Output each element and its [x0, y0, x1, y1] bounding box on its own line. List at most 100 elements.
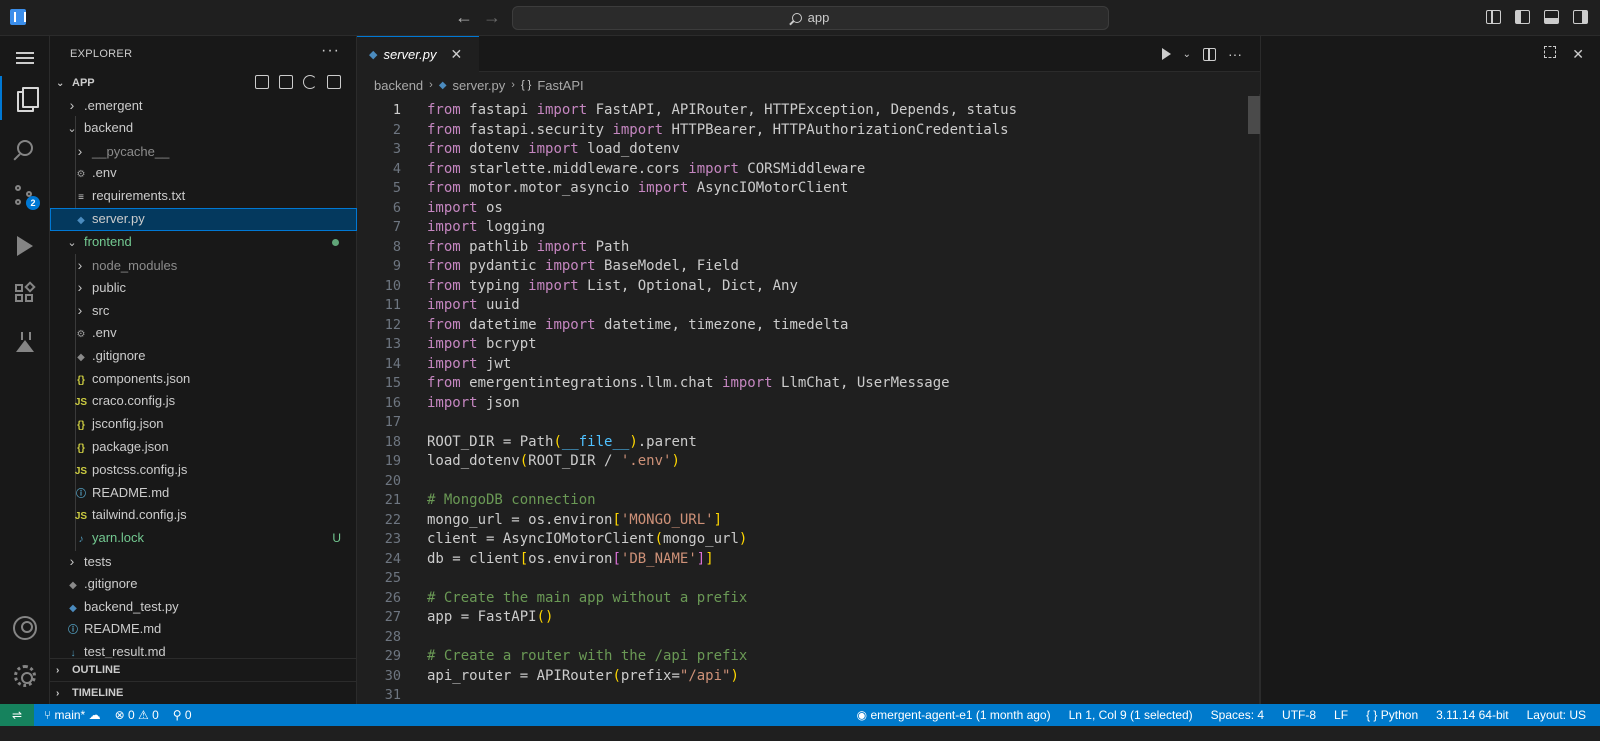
- code-line[interactable]: app = FastAPI(): [427, 608, 553, 628]
- tree-item[interactable]: JS postcss.config.js: [50, 459, 357, 482]
- customize-layout-icon[interactable]: [1486, 10, 1501, 24]
- tree-item[interactable]: ⌄ backend: [50, 117, 357, 140]
- code-line[interactable]: client = AsyncIOMotorClient(mongo_url): [427, 530, 747, 550]
- code-line[interactable]: # Create a router with the /api prefix: [427, 647, 747, 667]
- tree-item[interactable]: › node_modules: [50, 254, 357, 277]
- tree-item[interactable]: ≡ requirements.txt: [50, 185, 357, 208]
- code-line[interactable]: load_dotenv(ROOT_DIR / '.env'): [427, 452, 680, 472]
- code-line[interactable]: db = client[os.environ['DB_NAME']]: [427, 550, 714, 570]
- toggle-secondary-sidebar-icon[interactable]: [1573, 10, 1588, 24]
- end-of-line[interactable]: LF: [1334, 704, 1348, 726]
- more-actions-icon[interactable]: ···: [1228, 46, 1242, 62]
- more-actions-icon[interactable]: ···: [321, 42, 340, 60]
- close-icon[interactable]: ✕: [1572, 46, 1584, 63]
- new-file-icon[interactable]: [255, 75, 269, 89]
- search-button[interactable]: [0, 126, 50, 170]
- code-line[interactable]: # MongoDB connection: [427, 491, 596, 511]
- code-line[interactable]: mongo_url = os.environ['MONGO_URL']: [427, 511, 722, 531]
- language-mode[interactable]: { } Python: [1366, 704, 1418, 726]
- close-icon[interactable]: ✕: [450, 46, 462, 63]
- code-line[interactable]: from fastapi import FastAPI, APIRouter, …: [427, 101, 1017, 121]
- new-folder-icon[interactable]: [279, 75, 293, 89]
- branch-status[interactable]: ⑂ main* ☁: [44, 704, 101, 726]
- command-center-search[interactable]: app: [512, 6, 1109, 30]
- code-line[interactable]: import uuid: [427, 296, 520, 316]
- tree-item[interactable]: JS tailwind.config.js: [50, 504, 357, 527]
- code-line[interactable]: from pydantic import BaseModel, Field: [427, 257, 739, 277]
- tree-item[interactable]: ♪ yarn.lock U: [50, 527, 357, 550]
- tree-item[interactable]: › __pycache__: [50, 140, 357, 163]
- chevron-right-icon: ›: [77, 279, 83, 296]
- run-debug-button[interactable]: [0, 224, 50, 268]
- explorer-button[interactable]: [0, 76, 50, 120]
- chevron-down-icon[interactable]: ⌄: [1183, 49, 1191, 60]
- breadcrumb-item[interactable]: backend: [374, 78, 423, 93]
- tree-item[interactable]: › tests: [50, 550, 357, 573]
- code-line[interactable]: from motor.motor_asyncio import AsyncIOM…: [427, 179, 848, 199]
- git-blame-status[interactable]: ◉ emergent-agent-e1 (1 month ago): [857, 704, 1051, 726]
- outline-section-header[interactable]: › OUTLINE: [50, 658, 357, 680]
- tree-item[interactable]: ⓘ README.md: [50, 618, 357, 641]
- cursor-position[interactable]: Ln 1, Col 9 (1 selected): [1069, 704, 1193, 726]
- back-arrow-icon[interactable]: ←: [455, 7, 473, 28]
- keyboard-layout[interactable]: Layout: US: [1527, 704, 1586, 726]
- tree-item[interactable]: › src: [50, 299, 357, 322]
- tab-server-py[interactable]: ◆ server.py ✕: [357, 36, 479, 72]
- tree-item[interactable]: ⓘ README.md: [50, 482, 357, 505]
- collapse-all-icon[interactable]: [327, 75, 341, 89]
- breadcrumb-item[interactable]: server.py: [453, 78, 506, 93]
- code-line[interactable]: from pathlib import Path: [427, 238, 629, 258]
- code-line[interactable]: api_router = APIRouter(prefix="/api"): [427, 667, 739, 687]
- forward-arrow-icon[interactable]: →: [483, 7, 501, 28]
- run-python-file-icon[interactable]: [1161, 48, 1171, 60]
- code-line[interactable]: import json: [427, 394, 520, 414]
- breadcrumb-item[interactable]: FastAPI: [537, 78, 583, 93]
- split-editor-icon[interactable]: [1203, 47, 1216, 61]
- code-line[interactable]: ROOT_DIR = Path(__file__).parent: [427, 433, 697, 453]
- tree-item[interactable]: ◆ .gitignore: [50, 345, 357, 368]
- code-line[interactable]: import bcrypt: [427, 335, 537, 355]
- timeline-section-header[interactable]: › TIMELINE: [50, 681, 357, 703]
- tree-item[interactable]: › .emergent: [50, 94, 357, 117]
- code-line[interactable]: # Create the main app without a prefix: [427, 589, 747, 609]
- extensions-button[interactable]: [0, 272, 50, 316]
- code-line[interactable]: from typing import List, Optional, Dict,…: [427, 277, 798, 297]
- code-line[interactable]: from dotenv import load_dotenv: [427, 140, 680, 160]
- ports-status[interactable]: ⚲ 0: [173, 704, 192, 726]
- code-line[interactable]: from starlette.middleware.cors import CO…: [427, 160, 865, 180]
- maximize-icon[interactable]: [1544, 46, 1557, 58]
- testing-button[interactable]: [0, 320, 50, 364]
- refresh-icon[interactable]: [303, 75, 317, 89]
- tree-item[interactable]: {} package.json: [50, 436, 357, 459]
- tree-item[interactable]: ⚙ .env: [50, 162, 357, 185]
- code-line[interactable]: import jwt: [427, 355, 511, 375]
- tree-item[interactable]: ◆ server.py: [50, 208, 357, 231]
- indentation[interactable]: Spaces: 4: [1211, 704, 1264, 726]
- app-section-header[interactable]: ⌄ APP: [50, 72, 357, 94]
- python-interpreter[interactable]: 3.11.14 64-bit: [1436, 704, 1509, 726]
- tree-item[interactable]: JS craco.config.js: [50, 390, 357, 413]
- editor-scrollbar[interactable]: [1246, 94, 1260, 704]
- accounts-button[interactable]: [0, 606, 50, 650]
- toggle-primary-sidebar-icon[interactable]: [1515, 10, 1530, 24]
- code-line[interactable]: import logging: [427, 218, 545, 238]
- manage-button[interactable]: [0, 654, 50, 698]
- problems-status[interactable]: ⊗ 0 ⚠ 0: [115, 704, 159, 726]
- tree-item[interactable]: {} jsconfig.json: [50, 413, 357, 436]
- remote-indicator-icon[interactable]: ⇌: [0, 704, 34, 726]
- code-line[interactable]: import os: [427, 199, 503, 219]
- tree-item[interactable]: ⚙ .env: [50, 322, 357, 345]
- code-line[interactable]: from datetime import datetime, timezone,…: [427, 316, 848, 336]
- tree-item[interactable]: ◆ backend_test.py: [50, 596, 357, 619]
- toggle-panel-icon[interactable]: [1544, 10, 1559, 24]
- tree-item[interactable]: ⌄ frontend: [50, 231, 357, 254]
- code-line[interactable]: from fastapi.security import HTTPBearer,…: [427, 121, 1009, 141]
- menu-button[interactable]: [0, 36, 50, 80]
- tree-item[interactable]: {} components.json: [50, 368, 357, 391]
- encoding[interactable]: UTF-8: [1282, 704, 1316, 726]
- scrollbar-thumb[interactable]: [1248, 96, 1260, 134]
- source-control-button[interactable]: 2: [0, 174, 50, 218]
- tree-item[interactable]: ◆ .gitignore: [50, 573, 357, 596]
- code-line[interactable]: from emergentintegrations.llm.chat impor…: [427, 374, 950, 394]
- tree-item[interactable]: › public: [50, 276, 357, 299]
